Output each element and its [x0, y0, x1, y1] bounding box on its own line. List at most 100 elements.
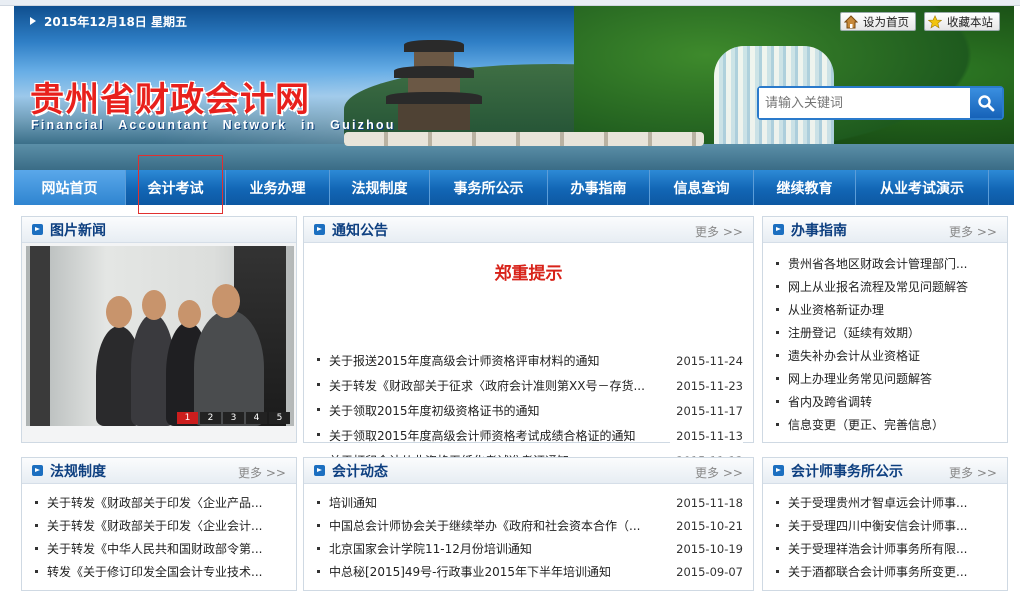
notice-more-link[interactable]: 更多 >>: [695, 223, 743, 240]
list-item[interactable]: 关于受理四川中衡安信会计师事...: [773, 515, 997, 538]
list-item-date: 2015-11-23: [670, 374, 743, 399]
firms-list: 关于受理贵州才智卓远会计师事... 关于受理四川中衡安信会计师事... 关于受理祥浩…: [763, 492, 1007, 584]
photo-page-button[interactable]: 5: [269, 412, 290, 424]
pavilion-image: [386, 26, 482, 136]
firms-title: 会计师事务所公示: [791, 463, 903, 480]
news-photo[interactable]: 12345: [26, 246, 294, 426]
nav-item[interactable]: 办事指南: [548, 170, 650, 205]
list-item[interactable]: 网上办理业务常见问题解答: [773, 368, 997, 391]
list-item-title: 北京国家会计学院11-12月份培训通知: [329, 542, 532, 556]
list-item[interactable]: 关于受理贵州才智卓远会计师事...: [773, 492, 997, 515]
list-item[interactable]: 注册登记（延续有效期）: [773, 322, 997, 345]
section-arrow-icon: [314, 465, 325, 476]
list-item[interactable]: 关于转发《财政部关于印发〈企业会计...: [32, 515, 286, 538]
photo-page-button[interactable]: 2: [200, 412, 221, 424]
notice-panel: 通知公告 更多 >> 郑重提示 关于报送2015年度高级会计师资格评审材料的通知 2…: [303, 216, 754, 474]
site-header-banner: 2015年12月18日 星期五 设为首页 收藏本站 贵州省财政会计网 Finan…: [14, 6, 1014, 170]
dynamic-panel: 会计动态 更多 >> 培训通知 2015-11-18 中国总会计师协会关于继续举办《政…: [303, 457, 754, 591]
date-bar: 2015年12月18日 星期五: [30, 10, 187, 32]
guide-panel: 办事指南 更多 >> 贵州省各地区财政会计管理部门... 网上从业报名流程及常见问题…: [762, 216, 1008, 443]
notice-list: 关于报送2015年度高级会计师资格评审材料的通知 2015-11-24 关于转发《财…: [304, 349, 753, 474]
notice-title: 通知公告: [332, 222, 388, 239]
list-item-title: 关于领取2015年度高级会计师资格考试成绩合格证的通知: [329, 429, 636, 443]
list-item-date: 2015-10-19: [670, 538, 743, 561]
home-icon: [844, 14, 858, 28]
search-button[interactable]: [970, 88, 1002, 118]
list-item[interactable]: 关于酒都联合会计师事务所变更...: [773, 561, 997, 584]
list-item-date: 2015-11-13: [670, 424, 743, 449]
nav-item[interactable]: 从业考试演示: [856, 170, 989, 205]
dynamic-more-link[interactable]: 更多 >>: [695, 464, 743, 481]
list-item-date: 2015-09-07: [670, 561, 743, 584]
set-home-label: 设为首页: [863, 14, 909, 29]
search-icon: [978, 95, 995, 112]
list-item[interactable]: 关于报送2015年度高级会计师资格评审材料的通知 2015-11-24: [314, 349, 743, 374]
search-box: [757, 86, 1004, 120]
list-item[interactable]: 关于转发《中华人民共和国财政部令第...: [32, 538, 286, 561]
bookmark-label: 收藏本站: [947, 14, 993, 29]
list-item[interactable]: 关于转发《财政部关于征求〈政府会计准则第XX号－存货... 2015-11-23: [314, 374, 743, 399]
nav-item[interactable]: 法规制度: [330, 170, 430, 205]
nav-item[interactable]: 事务所公示: [430, 170, 548, 205]
guide-more-link[interactable]: 更多 >>: [949, 223, 997, 240]
list-item[interactable]: 关于转发《财政部关于印发〈企业产品...: [32, 492, 286, 515]
photo-page-button[interactable]: 1: [177, 412, 198, 424]
nav-item[interactable]: 信息查询: [650, 170, 754, 205]
nav-selection-outline: [138, 155, 223, 214]
search-input[interactable]: [759, 88, 970, 118]
photo-page-button[interactable]: 3: [223, 412, 244, 424]
site-logo-english: Financial Accountant Network in Guizhou: [31, 118, 396, 132]
list-item-title: 中总秘[2015]49号-行政事业2015年下半年培训通知: [329, 565, 612, 579]
dynamic-list: 培训通知 2015-11-18 中国总会计师协会关于继续举办《政府和社会资本合作（.…: [304, 492, 753, 584]
current-date: 2015年12月18日 星期五: [44, 14, 187, 29]
notice-headline[interactable]: 郑重提示: [304, 259, 753, 289]
firms-more-link[interactable]: 更多 >>: [949, 464, 997, 481]
section-arrow-icon: [32, 224, 43, 235]
photo-pager: 12345: [177, 412, 290, 424]
list-item-title: 关于领取2015年度初级资格证书的通知: [329, 404, 540, 418]
list-item[interactable]: 信息变更（更正、完善信息）: [773, 414, 997, 437]
section-arrow-icon: [773, 224, 784, 235]
guide-title: 办事指南: [791, 222, 847, 239]
list-item-title: 中国总会计师协会关于继续举办《政府和社会资本合作（...: [329, 519, 641, 533]
firms-panel: 会计师事务所公示 更多 >> 关于受理贵州才智卓远会计师事... 关于受理四川中衡安…: [762, 457, 1008, 591]
site-logo[interactable]: 贵州省财政会计网: [30, 72, 310, 121]
list-item[interactable]: 贵州省各地区财政会计管理部门...: [773, 253, 997, 276]
list-item[interactable]: 北京国家会计学院11-12月份培训通知 2015-10-19: [314, 538, 743, 561]
list-item[interactable]: 关于领取2015年度初级资格证书的通知 2015-11-17: [314, 399, 743, 424]
photo-news-panel: 图片新闻 12345: [21, 216, 297, 443]
list-item-title: 关于报送2015年度高级会计师资格评审材料的通知: [329, 354, 600, 368]
law-list: 关于转发《财政部关于印发〈企业产品... 关于转发《财政部关于印发〈企业会计...…: [22, 492, 296, 584]
list-item-date: 2015-10-21: [670, 515, 743, 538]
bookmark-button[interactable]: 收藏本站: [924, 12, 1000, 31]
set-home-button[interactable]: 设为首页: [840, 12, 916, 31]
list-item[interactable]: 关于领取2015年度高级会计师资格考试成绩合格证的通知 2015-11-13: [314, 424, 743, 449]
list-item[interactable]: 省内及跨省调转: [773, 391, 997, 414]
list-item[interactable]: 转发《关于修订印发全国会计专业技术...: [32, 561, 286, 584]
photo-page-button[interactable]: 4: [246, 412, 267, 424]
list-item[interactable]: 培训通知 2015-11-18: [314, 492, 743, 515]
list-item-date: 2015-11-24: [670, 349, 743, 374]
list-item[interactable]: 从业资格新证办理: [773, 299, 997, 322]
nav-item[interactable]: 网站首页: [14, 170, 126, 205]
section-arrow-icon: [32, 465, 43, 476]
law-more-link[interactable]: 更多 >>: [238, 464, 286, 481]
list-item-date: 2015-11-18: [670, 492, 743, 515]
list-item[interactable]: 中国总会计师协会关于继续举办《政府和社会资本合作（... 2015-10-21: [314, 515, 743, 538]
list-item[interactable]: 关于受理祥浩会计师事务所有限...: [773, 538, 997, 561]
law-panel: 法规制度 更多 >> 关于转发《财政部关于印发〈企业产品... 关于转发《财政部关于…: [21, 457, 297, 591]
dynamic-title: 会计动态: [332, 463, 388, 480]
photo-news-title: 图片新闻: [50, 222, 106, 239]
list-item[interactable]: 网上从业报名流程及常见问题解答: [773, 276, 997, 299]
list-item[interactable]: 遗失补办会计从业资格证: [773, 345, 997, 368]
list-item-title: 关于转发《财政部关于征求〈政府会计准则第XX号－存货...: [329, 379, 645, 393]
nav-item[interactable]: 继续教育: [754, 170, 856, 205]
list-item-title: 培训通知: [329, 496, 378, 510]
section-arrow-icon: [773, 465, 784, 476]
star-icon: [928, 14, 942, 28]
guide-list: 贵州省各地区财政会计管理部门... 网上从业报名流程及常见问题解答 从业资格新证办理…: [763, 253, 1007, 437]
list-item-date: 2015-11-17: [670, 399, 743, 424]
section-arrow-icon: [314, 224, 325, 235]
list-item[interactable]: 中总秘[2015]49号-行政事业2015年下半年培训通知 2015-09-07: [314, 561, 743, 584]
nav-item[interactable]: 业务办理: [226, 170, 330, 205]
